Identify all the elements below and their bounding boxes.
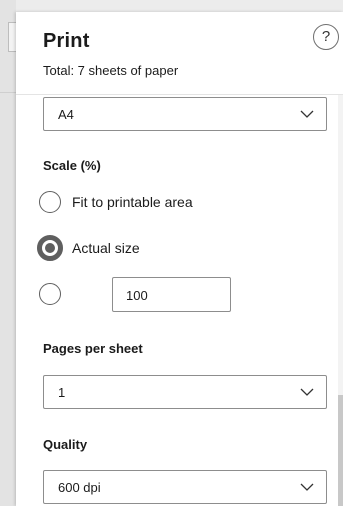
sheet-count: Total: 7 sheets of paper [43, 63, 179, 78]
radio-label: Fit to printable area [72, 194, 193, 210]
dialog-title: Print [43, 30, 90, 52]
radio-button[interactable] [39, 191, 61, 213]
dialog-header: Print Total: 7 sheets of paper ? [16, 12, 343, 94]
quality-label: Quality [43, 437, 88, 452]
quality-value: 600 dpi [58, 480, 101, 495]
quality-select[interactable]: 600 dpi [43, 470, 327, 504]
radio-dot [45, 243, 55, 253]
radio-label: Actual size [72, 240, 140, 256]
background-divider [0, 92, 16, 93]
scale-value: 100 [126, 288, 148, 303]
radio-actual-size[interactable]: Actual size [37, 235, 319, 263]
pages-per-sheet-select[interactable]: 1 [43, 375, 327, 409]
scale-label: Scale (%) [43, 158, 101, 173]
chevron-down-icon [300, 110, 314, 118]
pages-per-sheet-label: Pages per sheet [43, 341, 143, 356]
scrollbar[interactable] [338, 95, 343, 506]
chevron-down-icon [300, 483, 314, 491]
print-dialog: Print Total: 7 sheets of paper ? A4 Scal… [16, 12, 343, 506]
radio-button[interactable] [39, 283, 61, 305]
radio-fit-to-printable-area[interactable]: Fit to printable area [39, 191, 319, 217]
paper-size-select[interactable]: A4 [43, 97, 327, 131]
scrollbar-thumb[interactable] [338, 395, 343, 506]
scale-value-input[interactable]: 100 [112, 277, 231, 312]
radio-button-selected[interactable] [37, 235, 63, 261]
settings-scroll-area: A4 Scale (%) Fit to printable area Actua… [16, 95, 343, 506]
chevron-down-icon [300, 388, 314, 396]
paper-size-value: A4 [58, 107, 74, 122]
radio-custom-scale[interactable]: 100 [39, 277, 319, 312]
pages-per-sheet-value: 1 [58, 385, 66, 400]
help-icon[interactable]: ? [313, 24, 339, 50]
background-app [0, 0, 17, 506]
